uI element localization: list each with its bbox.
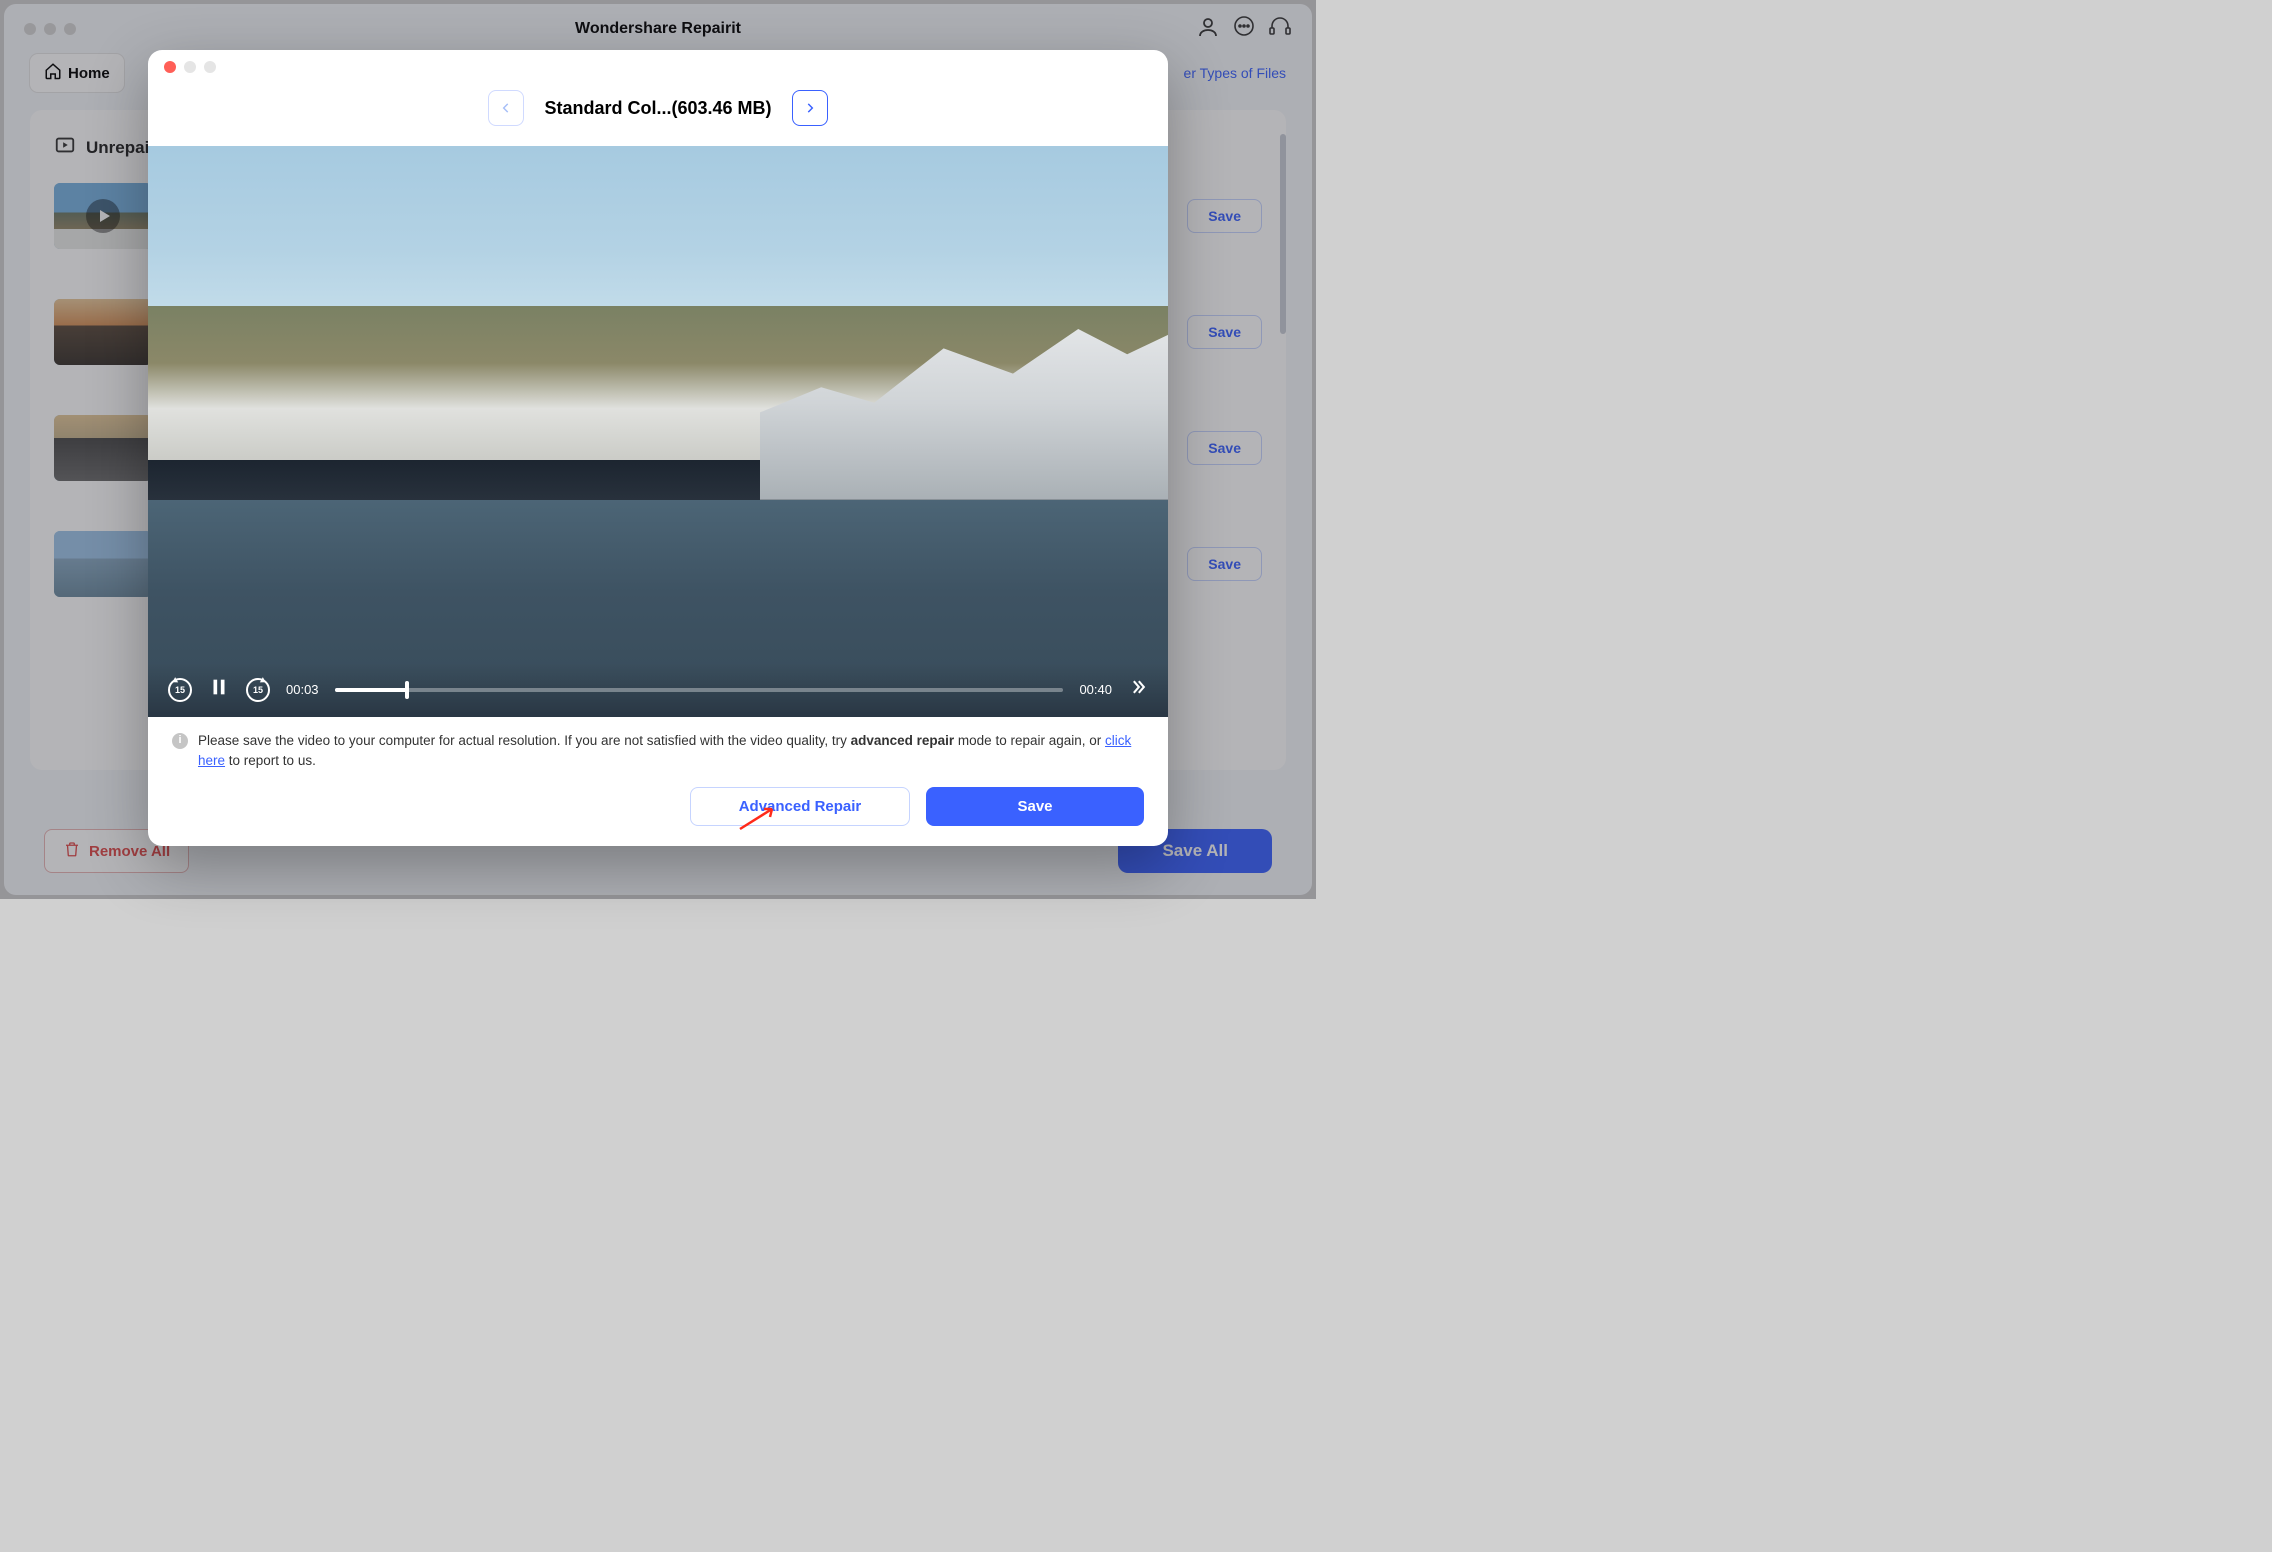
modal-header: Standard Col...(603.46 MB): [148, 84, 1168, 146]
current-time: 00:03: [286, 682, 319, 697]
forward-15-button[interactable]: 15: [246, 678, 270, 702]
file-title: Standard Col...(603.46 MB): [544, 98, 771, 119]
close-modal-icon[interactable]: [164, 61, 176, 73]
info-icon: i: [172, 733, 188, 749]
next-frame-icon[interactable]: [1128, 677, 1148, 702]
info-text-3: to report to us.: [225, 753, 316, 768]
total-time: 00:40: [1079, 682, 1112, 697]
progress-thumb[interactable]: [405, 681, 409, 699]
video-preview[interactable]: 15 15 00:03 00:40: [148, 146, 1168, 717]
next-file-button[interactable]: [792, 90, 828, 126]
info-message: i Please save the video to your computer…: [148, 717, 1168, 778]
advanced-repair-button[interactable]: Advanced Repair: [690, 787, 910, 826]
maximize-modal-icon: [204, 61, 216, 73]
save-button[interactable]: Save: [926, 787, 1144, 826]
info-text-2: mode to repair again, or: [954, 733, 1105, 748]
pause-button[interactable]: [208, 676, 230, 703]
prev-file-button[interactable]: [488, 90, 524, 126]
info-text-bold: advanced repair: [851, 733, 955, 748]
info-text-1: Please save the video to your computer f…: [198, 733, 851, 748]
preview-modal: Standard Col...(603.46 MB) 15 15 00:03 0…: [148, 50, 1168, 846]
annotation-arrow-icon: [736, 803, 780, 838]
rewind-15-button[interactable]: 15: [168, 678, 192, 702]
minimize-modal-icon: [184, 61, 196, 73]
modal-titlebar: [148, 50, 1168, 84]
modal-actions: Advanced Repair Save: [148, 777, 1168, 846]
video-controls: 15 15 00:03 00:40: [148, 663, 1168, 717]
progress-bar[interactable]: [335, 688, 1064, 692]
